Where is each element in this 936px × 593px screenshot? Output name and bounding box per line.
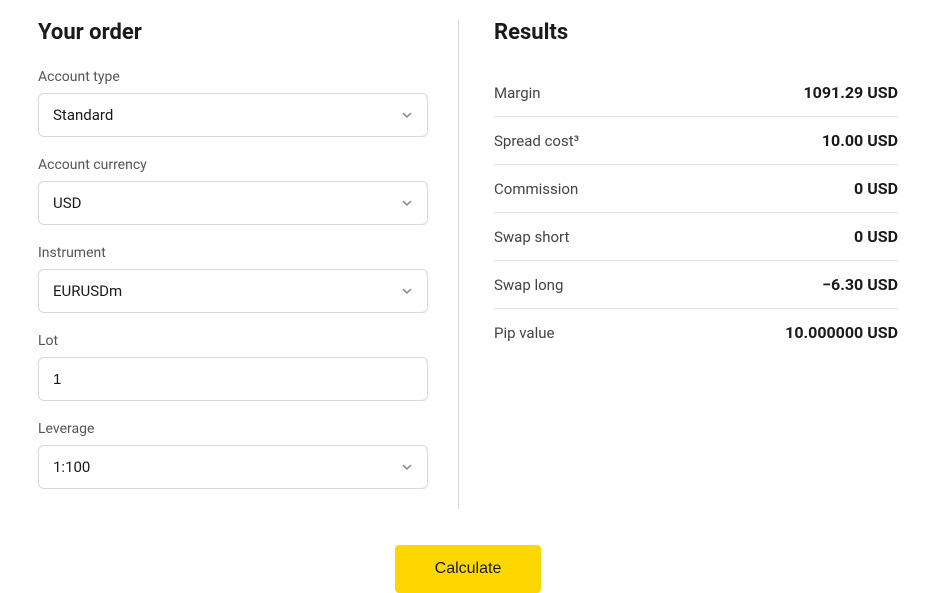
- account-type-select[interactable]: Standard: [38, 93, 428, 137]
- swap-short-value: 0 USD: [854, 227, 898, 246]
- swap-long-value: −6.30 USD: [822, 275, 898, 294]
- order-panel: Your order Account type Standard Account…: [38, 20, 458, 509]
- calculate-button[interactable]: Calculate: [395, 545, 542, 593]
- instrument-select[interactable]: EURUSDm: [38, 269, 428, 313]
- result-row-swap-short: Swap short 0 USD: [494, 213, 898, 261]
- account-type-label: Account type: [38, 69, 428, 85]
- result-row-pip-value: Pip value 10.000000 USD: [494, 309, 898, 356]
- results-panel: Results Margin 1091.29 USD Spread cost³ …: [459, 20, 898, 509]
- lot-label: Lot: [38, 333, 428, 349]
- leverage-value: 1:100: [53, 458, 90, 476]
- chevron-down-icon: [401, 197, 413, 209]
- swap-long-label: Swap long: [494, 276, 563, 294]
- margin-value: 1091.29 USD: [804, 83, 899, 102]
- result-row-margin: Margin 1091.29 USD: [494, 69, 898, 117]
- pip-value-label: Pip value: [494, 324, 554, 342]
- pip-value-amount: 10.000000 USD: [785, 323, 898, 342]
- chevron-down-icon: [401, 109, 413, 121]
- account-type-value: Standard: [53, 106, 113, 124]
- swap-short-label: Swap short: [494, 228, 569, 246]
- commission-label: Commission: [494, 180, 578, 198]
- account-currency-value: USD: [53, 194, 81, 212]
- leverage-label: Leverage: [38, 421, 428, 437]
- spread-cost-label: Spread cost³: [494, 132, 579, 150]
- lot-input[interactable]: [38, 357, 428, 401]
- account-currency-select[interactable]: USD: [38, 181, 428, 225]
- result-row-commission: Commission 0 USD: [494, 165, 898, 213]
- commission-value: 0 USD: [854, 179, 898, 198]
- instrument-label: Instrument: [38, 245, 428, 261]
- result-row-swap-long: Swap long −6.30 USD: [494, 261, 898, 309]
- result-row-spread-cost: Spread cost³ 10.00 USD: [494, 117, 898, 165]
- order-title: Your order: [38, 20, 428, 45]
- leverage-select[interactable]: 1:100: [38, 445, 428, 489]
- account-currency-label: Account currency: [38, 157, 428, 173]
- chevron-down-icon: [401, 461, 413, 473]
- chevron-down-icon: [401, 285, 413, 297]
- margin-label: Margin: [494, 84, 541, 102]
- results-title: Results: [494, 20, 898, 45]
- instrument-value: EURUSDm: [53, 282, 122, 300]
- spread-cost-value: 10.00 USD: [822, 131, 898, 150]
